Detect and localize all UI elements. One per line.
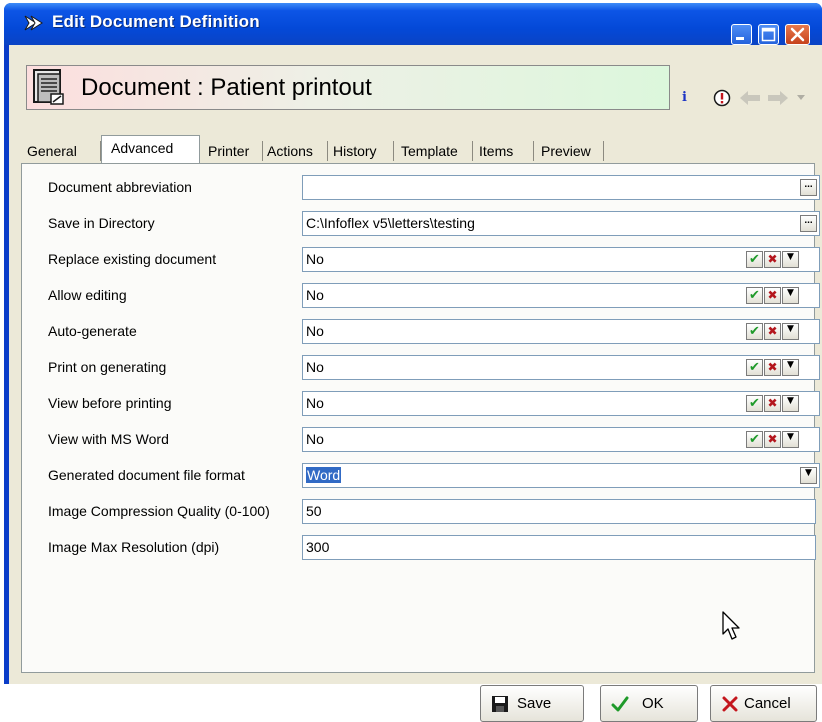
chevron-down-icon[interactable]: ▼ xyxy=(782,359,799,376)
replace-existing-select[interactable]: No ✔ ✖ ▼ xyxy=(302,247,820,272)
save-label: Save xyxy=(517,695,552,712)
field-value: No xyxy=(306,359,324,375)
chevron-down-icon[interactable]: ▼ xyxy=(800,467,817,484)
chevron-down-icon[interactable]: ▼ xyxy=(782,395,799,412)
floppy-disk-icon xyxy=(492,696,508,712)
label-image-compression: Image Compression Quality (0-100) xyxy=(48,503,270,519)
check-icon[interactable]: ✔ xyxy=(746,251,763,268)
forward-arrow-icon[interactable] xyxy=(767,90,789,106)
document-abbreviation-input[interactable]: ... xyxy=(302,175,820,200)
document-header: Document : Patient printout xyxy=(26,65,670,110)
label-document-abbreviation: Document abbreviation xyxy=(48,179,192,195)
field-value: No xyxy=(306,431,324,447)
clear-icon[interactable]: ✖ xyxy=(764,431,781,448)
image-compression-input[interactable]: 50 xyxy=(302,499,816,524)
tab-general[interactable]: General xyxy=(23,141,101,161)
view-before-printing-select[interactable]: No ✔ ✖ ▼ xyxy=(302,391,820,416)
alert-icon[interactable] xyxy=(713,89,731,107)
back-arrow-icon[interactable] xyxy=(739,90,761,106)
tab-label: Printer xyxy=(208,143,250,159)
field-value: Word xyxy=(306,467,342,483)
chevron-down-icon[interactable]: ▼ xyxy=(782,431,799,448)
close-icon xyxy=(722,696,738,712)
maximize-button[interactable] xyxy=(758,24,779,45)
label-allow-editing: Allow editing xyxy=(48,287,127,303)
tab-label: Template xyxy=(401,143,458,159)
close-icon xyxy=(790,27,805,42)
tab-template[interactable]: Template xyxy=(394,141,473,161)
save-button[interactable]: Save xyxy=(480,685,584,722)
allow-editing-select[interactable]: No ✔ ✖ ▼ xyxy=(302,283,820,308)
chevron-down-icon[interactable]: ▼ xyxy=(782,287,799,304)
cancel-button[interactable]: Cancel xyxy=(710,685,817,722)
tab-label: Items xyxy=(479,143,514,159)
tab-items[interactable]: Items xyxy=(473,141,534,161)
check-icon[interactable]: ✔ xyxy=(746,323,763,340)
dialog-client: Document : Patient printout i General Ad… xyxy=(9,45,822,722)
tab-advanced[interactable]: Advanced xyxy=(101,135,200,163)
tab-preview[interactable]: Preview xyxy=(534,141,604,161)
title-bar[interactable]: Edit Document Definition xyxy=(4,3,822,45)
info-icon[interactable]: i xyxy=(682,90,687,105)
chevron-down-icon[interactable] xyxy=(797,95,805,101)
label-auto-generate: Auto-generate xyxy=(48,323,137,339)
clear-icon[interactable]: ✖ xyxy=(764,359,781,376)
cancel-label: Cancel xyxy=(744,695,791,712)
view-with-ms-word-select[interactable]: No ✔ ✖ ▼ xyxy=(302,427,820,452)
clear-icon[interactable]: ✖ xyxy=(764,251,781,268)
label-image-max-resolution: Image Max Resolution (dpi) xyxy=(48,539,220,555)
tab-actions[interactable]: Actions xyxy=(263,141,328,161)
browse-button[interactable]: ... xyxy=(800,179,817,196)
minimize-button[interactable] xyxy=(731,24,752,45)
auto-generate-select[interactable]: No ✔ ✖ ▼ xyxy=(302,319,820,344)
tab-printer[interactable]: Printer xyxy=(201,141,263,161)
tab-history[interactable]: History xyxy=(328,141,394,161)
label-view-before-printing: View before printing xyxy=(48,395,172,411)
clear-icon[interactable]: ✖ xyxy=(764,395,781,412)
advanced-panel: Document abbreviation ... Save in Direct… xyxy=(21,163,820,673)
check-icon[interactable]: ✔ xyxy=(746,395,763,412)
chevron-down-icon[interactable]: ▼ xyxy=(782,323,799,340)
document-icon xyxy=(33,69,64,105)
label-replace-existing: Replace existing document xyxy=(48,251,217,267)
field-value: C:\Infoflex v5\letters\testing xyxy=(306,215,475,231)
check-icon[interactable]: ✔ xyxy=(746,359,763,376)
tab-label: General xyxy=(27,143,77,159)
check-icon[interactable]: ✔ xyxy=(746,431,763,448)
tab-label: Preview xyxy=(541,143,591,159)
clear-icon[interactable]: ✖ xyxy=(764,287,781,304)
document-title: Document : Patient printout xyxy=(81,74,372,101)
ok-button[interactable]: OK xyxy=(600,685,698,722)
app-icon xyxy=(24,15,43,31)
label-print-on-generating: Print on generating xyxy=(48,359,167,375)
chevron-down-icon[interactable]: ▼ xyxy=(782,251,799,268)
clear-icon[interactable]: ✖ xyxy=(764,323,781,340)
field-value: No xyxy=(306,251,324,267)
close-button[interactable] xyxy=(785,24,810,45)
minimize-icon xyxy=(736,37,744,40)
browse-directory-button[interactable]: ... xyxy=(800,215,817,232)
image-resolution-input[interactable]: 300 xyxy=(302,535,816,560)
tab-label: Advanced xyxy=(111,140,174,156)
save-directory-input[interactable]: C:\Infoflex v5\letters\testing ... xyxy=(302,211,820,236)
tab-label: Actions xyxy=(267,143,313,159)
field-value: No xyxy=(306,287,324,303)
mouse-cursor-icon xyxy=(722,611,740,640)
window-title: Edit Document Definition xyxy=(52,12,260,31)
field-value: 50 xyxy=(306,503,322,519)
file-format-select[interactable]: Word ▼ xyxy=(302,463,820,488)
ok-label: OK xyxy=(642,695,664,712)
tab-label: History xyxy=(333,143,377,159)
field-value: 300 xyxy=(306,539,330,555)
maximize-icon xyxy=(761,27,776,42)
check-icon[interactable]: ✔ xyxy=(746,287,763,304)
label-save-in-directory: Save in Directory xyxy=(48,215,155,231)
dialog-window: Edit Document Definition Document : Pati… xyxy=(4,3,822,722)
check-icon xyxy=(611,696,629,712)
field-value: No xyxy=(306,323,324,339)
field-value: No xyxy=(306,395,324,411)
print-on-generating-select[interactable]: No ✔ ✖ ▼ xyxy=(302,355,820,380)
label-file-format: Generated document file format xyxy=(48,467,245,483)
label-view-with-ms-word: View with MS Word xyxy=(48,431,169,447)
